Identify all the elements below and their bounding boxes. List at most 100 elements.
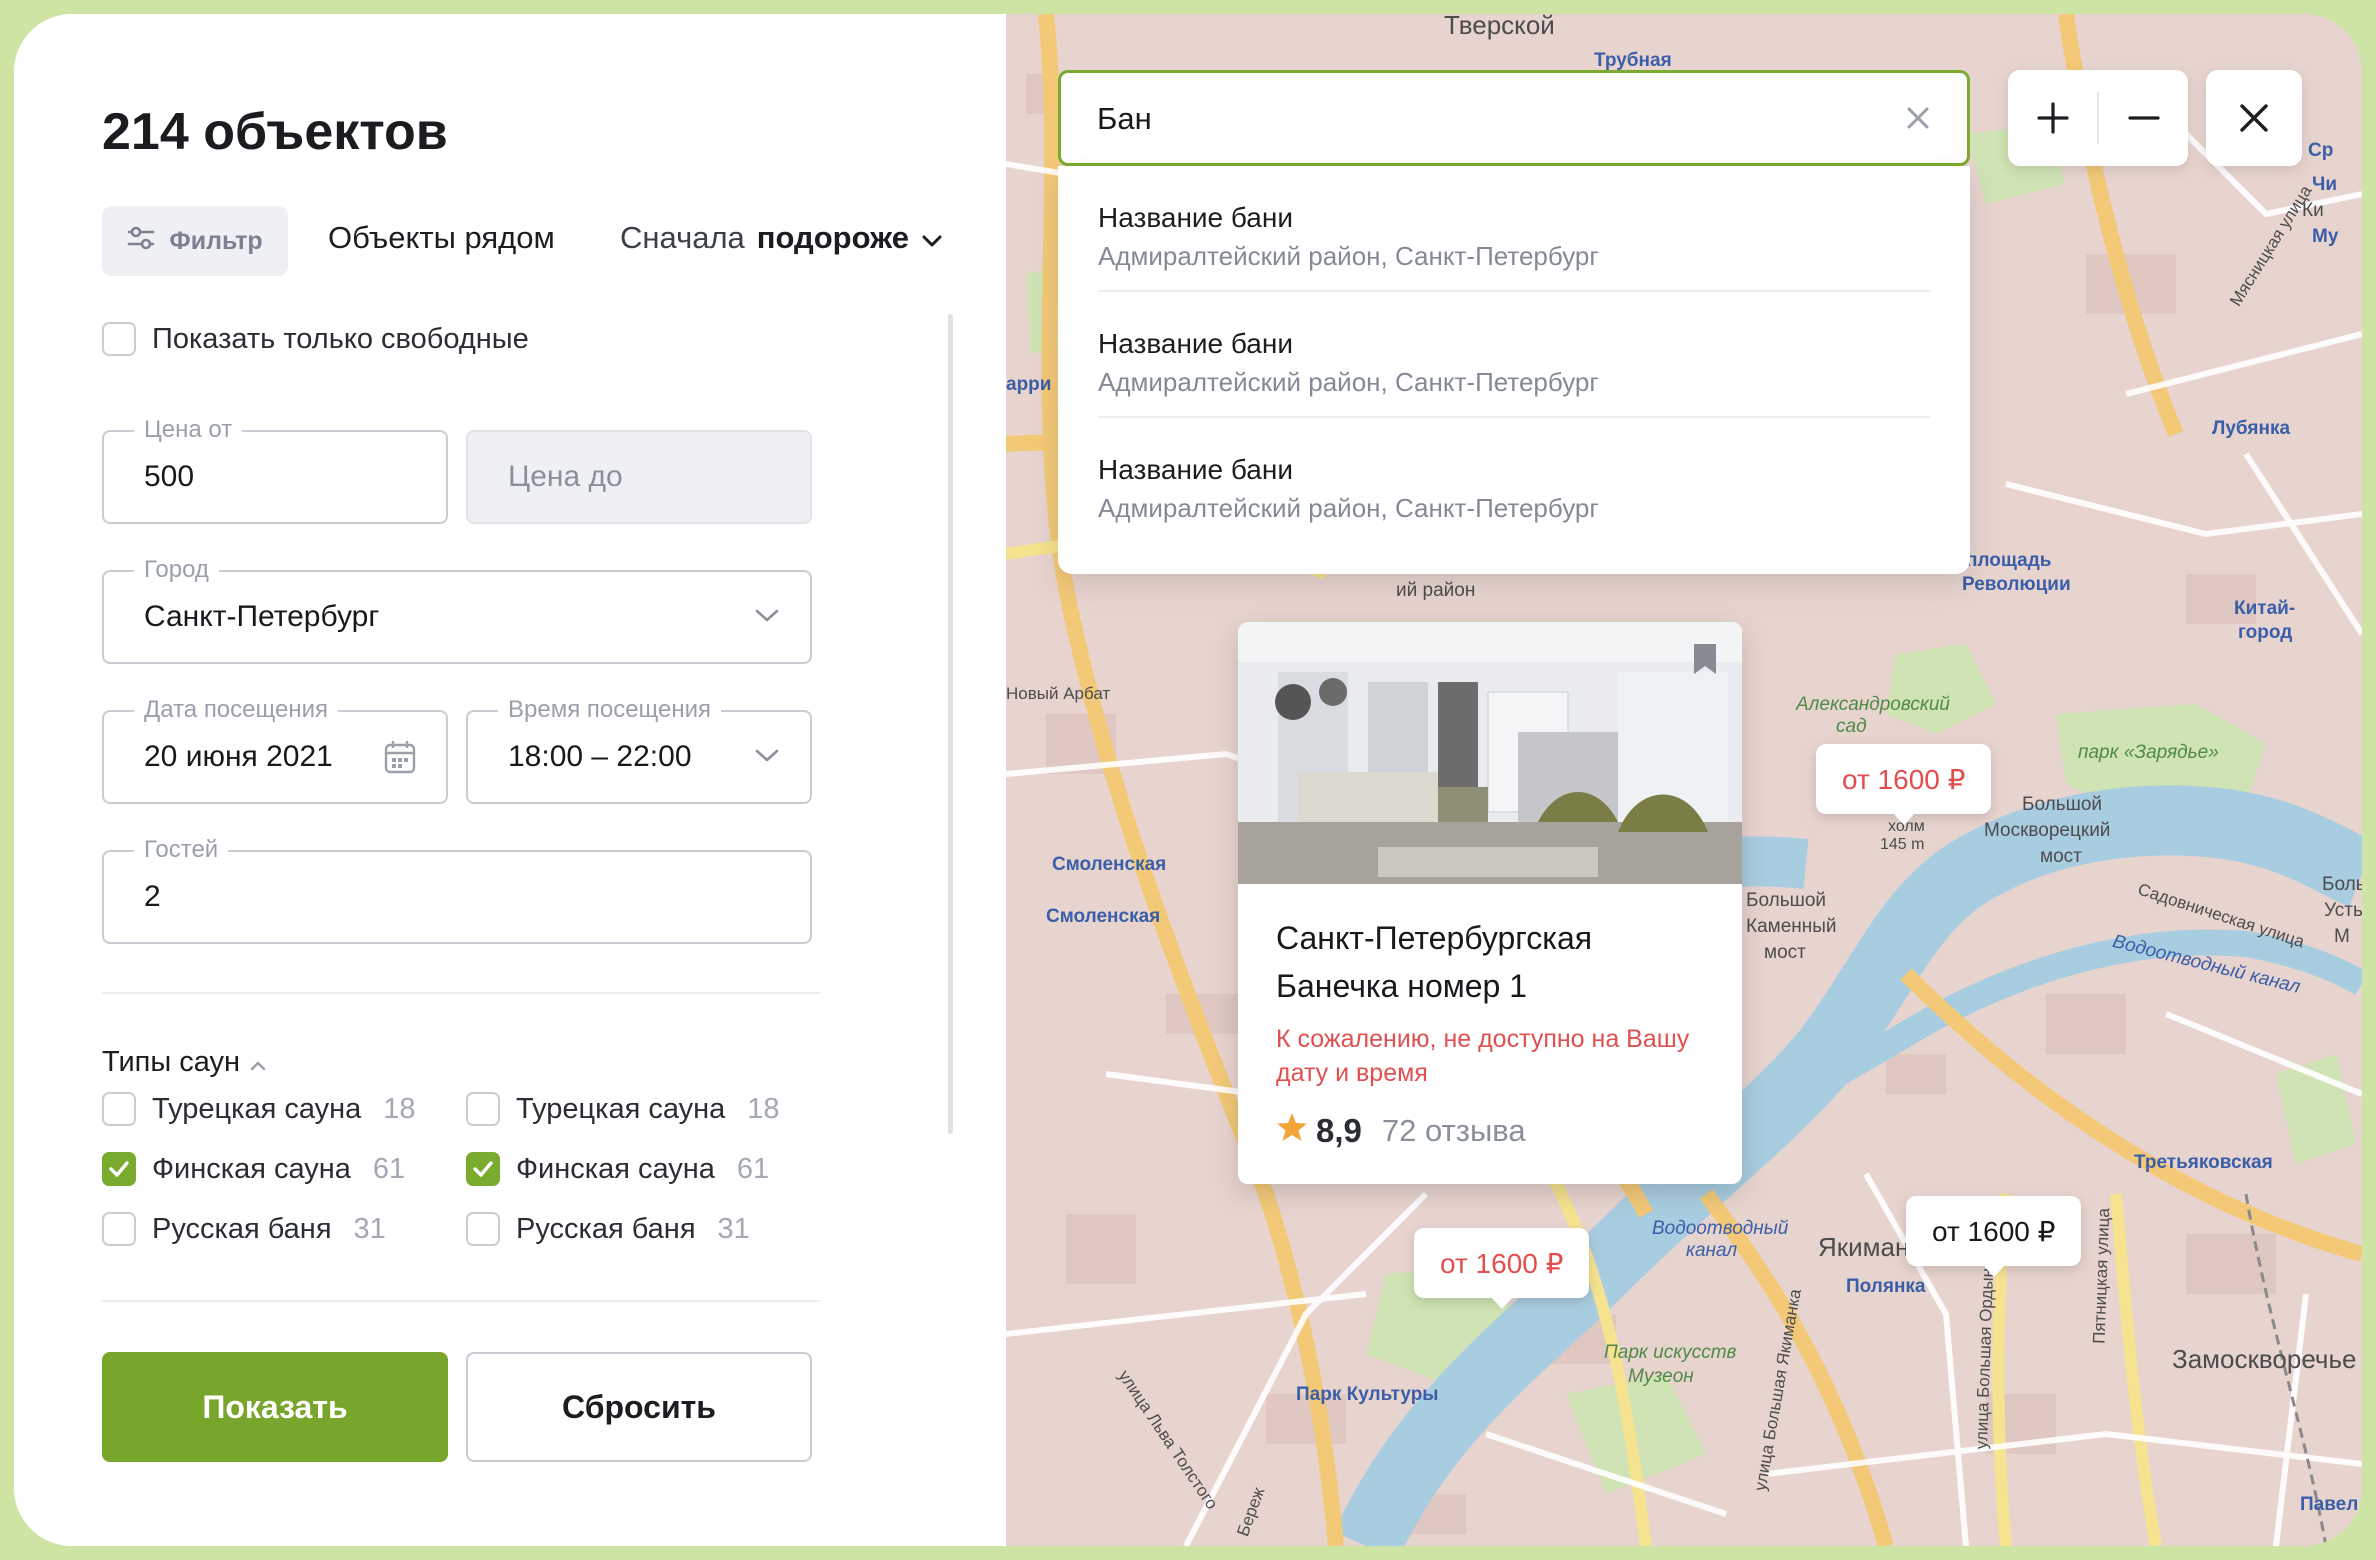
- object-photo: [1238, 622, 1742, 884]
- object-card[interactable]: Санкт-Петербургская Банечка номер 1 К со…: [1238, 622, 1742, 1184]
- sauna-type-checkbox[interactable]: Финская сауна 61: [466, 1152, 769, 1186]
- zoom-out-button[interactable]: [2099, 70, 2188, 166]
- calendar-icon[interactable]: [384, 740, 416, 779]
- suggestion-item[interactable]: Название бани Адмиралтейский район, Санк…: [1098, 418, 1930, 542]
- filter-button[interactable]: Фильтр: [102, 206, 288, 276]
- page-title: 214 объектов: [102, 103, 448, 161]
- clear-icon[interactable]: [1903, 103, 1933, 138]
- city-value: Санкт-Петербург: [144, 600, 380, 633]
- sauna-type-count: 31: [353, 1212, 386, 1245]
- sauna-type-count: 61: [372, 1152, 406, 1185]
- zoom-controls: [2008, 70, 2188, 166]
- sauna-type-checkbox[interactable]: Финская сауна 61: [102, 1152, 405, 1186]
- sauna-type-count: 18: [383, 1092, 416, 1125]
- city-select[interactable]: Город Санкт-Петербург: [102, 556, 812, 664]
- map-label: Ср: [2308, 140, 2334, 161]
- checkbox-box[interactable]: [466, 1212, 500, 1246]
- reset-button[interactable]: Сбросить: [466, 1352, 812, 1462]
- price-from-value[interactable]: 500: [144, 460, 194, 494]
- scrollbar[interactable]: [948, 314, 953, 1134]
- checkbox-box-checked[interactable]: [102, 1152, 136, 1186]
- sauna-type-checkbox[interactable]: Русская баня 31: [102, 1212, 386, 1246]
- sauna-types-toggle[interactable]: Типы саун: [102, 1046, 266, 1079]
- price-pin[interactable]: от 1600 ₽: [1414, 1228, 1590, 1309]
- tab-nearby[interactable]: Объекты рядом: [328, 220, 555, 256]
- suggestion-item[interactable]: Название бани Адмиралтейский район, Санк…: [1098, 166, 1930, 292]
- map-label: 145 m: [1880, 836, 1925, 853]
- map-label: Новый Арбат: [1006, 684, 1111, 703]
- price-pin[interactable]: от 1600 ₽: [1906, 1196, 2082, 1277]
- map-label: Трубная: [1594, 50, 1672, 71]
- date-label: Дата посещения: [134, 696, 338, 724]
- reviews-count[interactable]: 72 отзыва: [1382, 1113, 1526, 1149]
- map-label: Смоленская: [1046, 906, 1161, 927]
- search-query[interactable]: Бан: [1097, 101, 1152, 137]
- show-button[interactable]: Показать: [102, 1352, 448, 1462]
- map-label: Смоленская: [1052, 854, 1167, 875]
- checkbox-box[interactable]: [102, 322, 136, 356]
- checkbox-box[interactable]: [102, 1092, 136, 1126]
- map-label: Полянка: [1846, 1276, 1926, 1297]
- chevron-down-icon: [754, 608, 780, 629]
- sauna-type-label: Русская баня: [516, 1212, 696, 1245]
- sort-value: подороже: [756, 220, 909, 255]
- price-pin[interactable]: от 1600 ₽: [1816, 744, 1992, 825]
- price-to-placeholder[interactable]: Цена до: [508, 460, 623, 494]
- sauna-type-checkbox[interactable]: Турецкая сауна 18: [102, 1092, 416, 1126]
- map-label: Москворецкий: [1984, 820, 2111, 841]
- guests-value[interactable]: 2: [144, 880, 161, 914]
- map-label: Му: [2312, 226, 2339, 247]
- sliders-icon: [127, 225, 155, 258]
- date-field[interactable]: Дата посещения 20 июня 2021: [102, 696, 448, 804]
- map-label: Китай-: [2234, 598, 2296, 619]
- only-free-label: Показать только свободные: [152, 322, 529, 355]
- suggestion-name: Название бани: [1098, 454, 1293, 485]
- sauna-type-checkbox[interactable]: Турецкая сауна 18: [466, 1092, 780, 1126]
- map-label: город: [2238, 622, 2293, 643]
- sort-dropdown[interactable]: Сначала подороже: [620, 220, 943, 256]
- map-label: площадь: [1966, 550, 2052, 571]
- price-from-field[interactable]: Цена от 500: [102, 416, 448, 524]
- map-label: арри: [1006, 374, 1052, 395]
- filter-button-label: Фильтр: [169, 226, 263, 255]
- map-search-input[interactable]: Бан: [1058, 70, 1970, 166]
- checkbox-box[interactable]: [466, 1092, 500, 1126]
- map-label: Парк искусств: [1604, 1342, 1737, 1363]
- map-label: канал: [1686, 1240, 1738, 1261]
- check-icon: [473, 1161, 493, 1177]
- map-label: Каменный: [1746, 916, 1837, 937]
- availability-warning: К сожалению, не доступно на Вашу дату и …: [1276, 1025, 1690, 1087]
- map-label: Тверской: [1444, 14, 1555, 40]
- city-label: Город: [134, 556, 219, 584]
- guests-field[interactable]: Гостей 2: [102, 836, 812, 944]
- suggestion-item[interactable]: Название бани Адмиралтейский район, Санк…: [1098, 292, 1930, 418]
- sauna-type-label: Финская сауна: [516, 1152, 715, 1185]
- suggestion-name: Название бани: [1098, 202, 1293, 233]
- object-rating: 8,9 72 отзыва: [1276, 1112, 1526, 1150]
- zoom-in-button[interactable]: [2008, 70, 2097, 166]
- map-label: Парк Культуры: [1296, 1384, 1439, 1405]
- suggestion-name: Название бани: [1098, 328, 1293, 359]
- suggestion-address: Адмиралтейский район, Санкт-Петербург: [1098, 241, 1599, 271]
- close-map-button[interactable]: [2206, 70, 2302, 166]
- checkbox-box[interactable]: [102, 1212, 136, 1246]
- suggestion-address: Адмиралтейский район, Санкт-Петербург: [1098, 367, 1599, 397]
- map-label: Замоскворечье: [2172, 1344, 2357, 1374]
- only-free-checkbox[interactable]: Показать только свободные: [102, 322, 529, 356]
- checkbox-box-checked[interactable]: [466, 1152, 500, 1186]
- map-label: Большой: [2022, 794, 2103, 815]
- object-name[interactable]: Санкт-Петербургская Банечка номер 1: [1276, 914, 1716, 1010]
- sauna-type-count: 61: [736, 1152, 770, 1185]
- sauna-type-label: Финская сауна: [152, 1152, 351, 1185]
- sauna-type-checkbox[interactable]: Русская баня 31: [466, 1212, 750, 1246]
- map-label: Революции: [1962, 574, 2071, 595]
- map-label: М: [2334, 926, 2350, 947]
- price-to-field[interactable]: Цена до: [466, 430, 812, 524]
- rating-value: 8,9: [1316, 1112, 1362, 1149]
- map-label: Музеон: [1628, 1366, 1694, 1387]
- map[interactable]: Тверской Трубная Ср Чи Ки Му Мясницкая у…: [1006, 14, 2362, 1546]
- map-label: Александровский: [1796, 694, 1950, 715]
- time-select[interactable]: Время посещения 18:00 – 22:00: [466, 696, 812, 804]
- chevron-down-icon: [921, 220, 943, 256]
- bookmark-icon[interactable]: [1692, 642, 1718, 681]
